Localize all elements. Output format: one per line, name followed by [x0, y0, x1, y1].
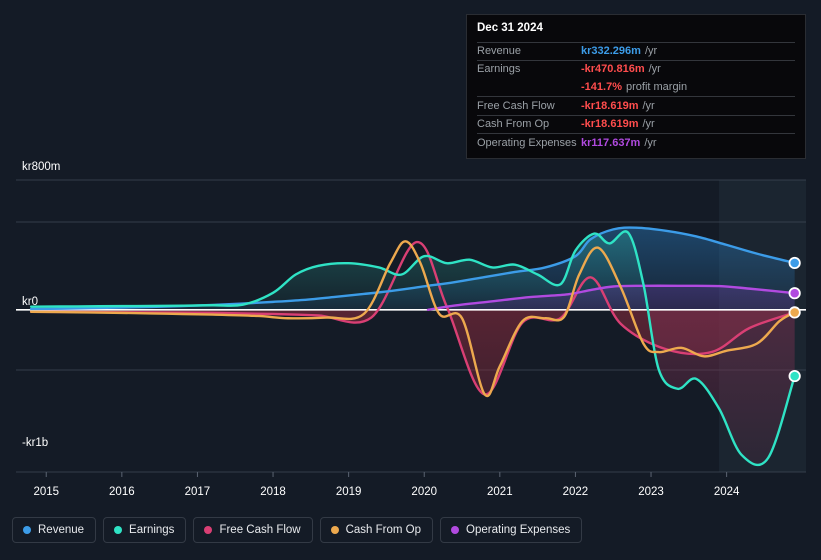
legend-item-revenue[interactable]: Revenue	[12, 517, 97, 543]
y-axis-label: -kr1b	[22, 437, 48, 449]
tooltip-row-unit: /yr	[642, 99, 655, 112]
legend-color-dot-icon	[451, 526, 460, 534]
tooltip-row-label: Earnings	[477, 63, 521, 76]
legend-color-dot-icon	[204, 526, 213, 534]
tooltip-row: Operating Expenses kr117.637m/yr	[477, 133, 795, 152]
x-axis-tick-label: 2023	[638, 486, 664, 498]
tooltip-rows: Revenue kr332.296m/yr Earnings -kr470.816m /…	[477, 41, 795, 153]
endpoint-marker-cash-from-op	[788, 306, 801, 319]
legend-item-earnings[interactable]: Earnings	[103, 517, 187, 543]
tooltip-row-value: -kr18.619m	[581, 99, 639, 112]
tooltip-row-unit: /yr	[644, 44, 658, 57]
tooltip-row-unit: /yr	[644, 136, 657, 149]
legend-item-label: Earnings	[129, 524, 175, 536]
legend-item-cash-from-op[interactable]: Cash From Op	[319, 517, 434, 543]
tooltip-row-unit: /yr	[648, 63, 661, 76]
tooltip-row-value: kr332.296m	[581, 44, 641, 57]
tooltip-row-value: -kr470.816m	[581, 63, 645, 76]
chart-tooltip: Dec 31 2024 Revenue kr332.296m/yr Earnings…	[466, 14, 806, 160]
y-axis-label: kr0	[22, 296, 38, 308]
tooltip-row-value-wrap: -kr470.816m/yr	[581, 64, 661, 75]
tooltip-row: Cash From Op -kr18.619m/yr	[477, 114, 795, 134]
x-axis-tick-label: 2020	[411, 486, 437, 498]
x-axis-tick-label: 2016	[109, 486, 135, 498]
x-axis-tick-label: 2018	[260, 486, 286, 498]
tooltip-row: Free Cash Flow -kr18.619m/yr	[477, 96, 795, 115]
legend-item-label: Revenue	[38, 524, 85, 536]
legend-item-label: Operating Expenses	[466, 524, 571, 536]
tooltip-row-value: kr117.637m	[581, 136, 641, 149]
legend-item-free-cash-flow[interactable]: Free Cash Flow	[193, 517, 313, 543]
legend-color-dot-icon	[23, 526, 31, 534]
tooltip-row: Earnings -kr470.816m/yr	[477, 60, 795, 79]
endpoint-marker-operating-expenses	[788, 287, 801, 300]
x-axis-tick-label: 2024	[714, 486, 740, 498]
legend-item-label: Cash From Op	[345, 524, 422, 536]
x-axis-tick-label: 2015	[33, 486, 59, 498]
y-axis-label: kr800m	[22, 161, 60, 173]
endpoint-marker-revenue	[788, 256, 801, 270]
tooltip-row: -141.7% profit margin	[477, 79, 795, 97]
tooltip-row-value: -kr18.619m	[581, 118, 639, 131]
tooltip-row-label: Free Cash Flow	[477, 99, 555, 112]
tooltip-row-unit: /yr	[642, 118, 655, 131]
tooltip-row-value-wrap: kr117.637m/yr	[581, 136, 657, 149]
tooltip-row-label: Cash From Op	[477, 118, 550, 131]
tooltip-row-value-wrap: -kr18.619m/yr	[581, 99, 655, 112]
tooltip-row-label: Operating Expenses	[477, 136, 577, 149]
endpoint-marker-earnings	[788, 369, 801, 383]
tooltip-row-value-wrap: -141.7% profit margin	[581, 80, 688, 93]
tooltip-row-value-wrap: kr332.296m/yr	[581, 44, 658, 57]
x-axis-tick-label: 2019	[336, 486, 362, 498]
x-axis-tick-label: 2017	[185, 486, 211, 498]
tooltip-row-unit: profit margin	[625, 80, 688, 93]
legend-color-dot-icon	[330, 526, 339, 534]
tooltip-date: Dec 31 2024	[477, 22, 543, 34]
legend-item-label: Free Cash Flow	[219, 524, 301, 536]
legend-color-dot-icon	[114, 526, 123, 534]
x-axis-tick-label: 2022	[563, 486, 589, 498]
chart-legend: Revenue Earnings Free Cash Flow Cash From O…	[12, 517, 583, 543]
tooltip-row-label: Revenue	[477, 44, 522, 57]
tooltip-row-value: -141.7%	[581, 80, 622, 93]
tooltip-row-value-wrap: -kr18.619m/yr	[581, 119, 655, 130]
tooltip-row: Revenue kr332.296m/yr	[477, 41, 795, 61]
x-axis-tick-label: 2021	[487, 486, 513, 498]
legend-item-operating-expenses[interactable]: Operating Expenses	[440, 517, 583, 543]
